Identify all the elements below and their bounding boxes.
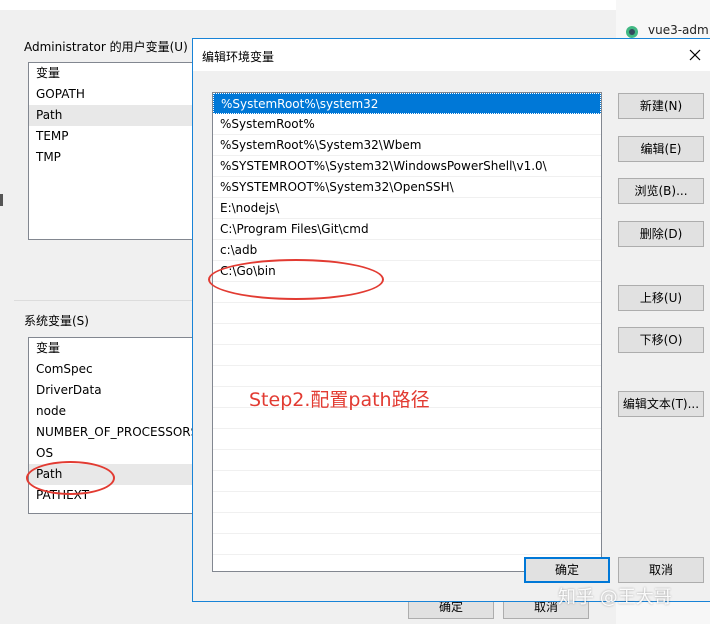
empty-row[interactable] (213, 492, 601, 513)
path-entry[interactable]: C:\Program Files\Git\cmd (213, 219, 601, 240)
user-vars-label: Administrator 的用户变量(U) (24, 40, 188, 54)
browse-button[interactable]: 浏览(B)... (618, 178, 704, 204)
window-top-strip (0, 0, 616, 10)
path-entry[interactable]: c:\adb (213, 240, 601, 261)
dialog-title: 编辑环境变量 (202, 50, 275, 64)
list-item[interactable]: node (29, 401, 219, 422)
empty-row[interactable] (213, 471, 601, 492)
path-entry[interactable]: %SystemRoot%\system32 (213, 93, 601, 114)
delete-button[interactable]: 删除(D) (618, 221, 704, 247)
edit-button[interactable]: 编辑(E) (618, 136, 704, 162)
path-entry[interactable]: %SystemRoot%\System32\Wbem (213, 135, 601, 156)
empty-row[interactable] (213, 366, 601, 387)
list-header: 变量 (36, 341, 61, 355)
empty-row[interactable] (213, 345, 601, 366)
empty-row[interactable] (213, 324, 601, 345)
path-highlight-circle (26, 461, 115, 495)
move-up-button[interactable]: 上移(U) (618, 285, 704, 311)
vue-logo-icon (626, 26, 638, 38)
ok-button[interactable]: 确定 (524, 557, 610, 583)
list-item[interactable]: ComSpec (29, 359, 219, 380)
empty-row[interactable] (213, 513, 601, 534)
list-item[interactable]: GOPATH (29, 84, 219, 105)
path-entry[interactable]: %SYSTEMROOT%\System32\WindowsPowerShell\… (213, 156, 601, 177)
list-item[interactable]: NUMBER_OF_PROCESSORS (29, 422, 219, 443)
go-bin-highlight-circle (208, 259, 384, 300)
empty-row[interactable] (213, 534, 601, 555)
path-entry[interactable]: %SYSTEMROOT%\System32\OpenSSH\ (213, 177, 601, 198)
new-button[interactable]: 新建(N) (618, 93, 704, 119)
path-entry[interactable]: %SystemRoot% (213, 114, 601, 135)
step-annotation: Step2.配置path路径 (249, 389, 430, 411)
empty-row[interactable] (213, 429, 601, 450)
list-item[interactable]: Path (29, 105, 219, 126)
browser-tab-label[interactable]: vue3-adm (648, 23, 709, 37)
list-item[interactable]: TMP (29, 147, 219, 168)
path-entries-list[interactable]: %SystemRoot%\system32 %SystemRoot% %Syst… (212, 92, 602, 572)
system-vars-label: 系统变量(S) (24, 314, 89, 328)
empty-row[interactable] (213, 450, 601, 471)
list-item[interactable]: DriverData (29, 380, 219, 401)
watermark: 知乎 @王大哥 (558, 587, 672, 608)
close-icon[interactable] (683, 43, 707, 67)
empty-row[interactable] (213, 303, 601, 324)
dialog-titlebar: 编辑环境变量 (193, 39, 710, 71)
list-item[interactable]: TEMP (29, 126, 219, 147)
list-header: 变量 (36, 66, 61, 80)
edit-text-button[interactable]: 编辑文本(T)... (618, 391, 704, 417)
edit-env-var-dialog: 编辑环境变量 %SystemRoot%\system32 %SystemRoot… (192, 38, 710, 602)
move-down-button[interactable]: 下移(O) (618, 327, 704, 353)
edge-marker (0, 194, 3, 206)
cancel-button[interactable]: 取消 (618, 557, 704, 583)
path-entry[interactable]: E:\nodejs\ (213, 198, 601, 219)
